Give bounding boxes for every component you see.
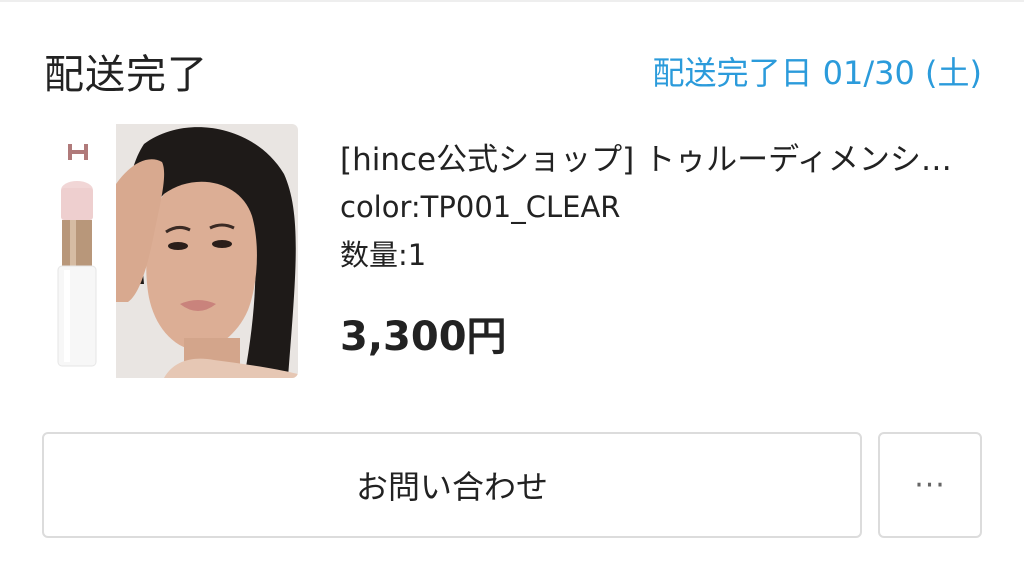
order-header: 配送完了 配送完了日 01/30 (土) xyxy=(44,40,984,98)
product-price: 3,300円 xyxy=(340,314,507,360)
product-image[interactable] xyxy=(44,124,298,378)
more-icon: ··· xyxy=(914,467,946,503)
delivery-status-title: 配送完了 xyxy=(44,52,208,98)
product-photo-illustration xyxy=(44,124,298,378)
top-divider xyxy=(0,0,1024,2)
product-name[interactable]: [hince公式ショップ] トゥルーディメンションラディアンスバーム xyxy=(340,138,964,182)
contact-button[interactable]: お問い合わせ xyxy=(42,432,862,538)
order-actions: お問い合わせ ··· xyxy=(42,432,982,542)
product-card[interactable]: [hince公式ショップ] トゥルーディメンションラディアンスバーム color… xyxy=(44,124,984,380)
product-color-option: color:TP001_CLEAR xyxy=(340,190,621,224)
more-options-button[interactable]: ··· xyxy=(878,432,982,538)
product-quantity: 数量:1 xyxy=(340,238,427,272)
delivered-date[interactable]: 配送完了日 01/30 (土) xyxy=(652,48,982,94)
product-info: [hince公式ショップ] トゥルーディメンションラディアンスバーム color… xyxy=(340,138,980,362)
